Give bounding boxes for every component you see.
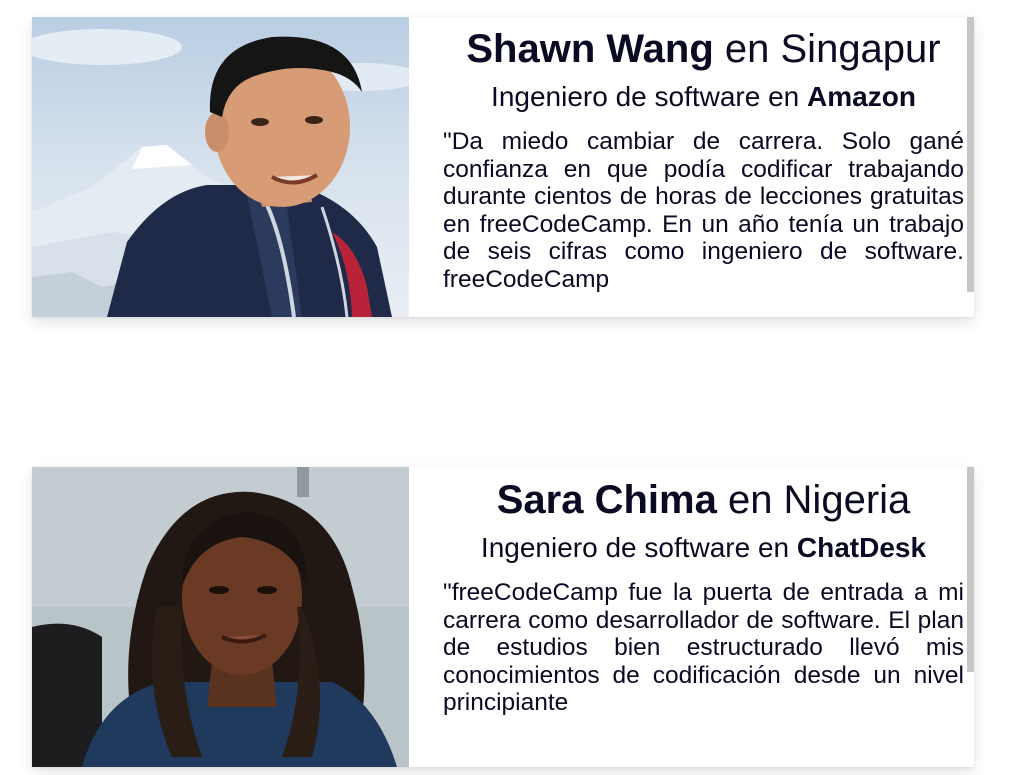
testimonial-photo	[32, 467, 409, 767]
testimonial-role-prefix: Ingeniero de software en	[491, 81, 808, 112]
testimonial-content[interactable]: Sara Chima en Nigeria Ingeniero de softw…	[409, 467, 974, 767]
testimonial-company: Amazon	[807, 81, 916, 112]
testimonial-location: en Singapur	[713, 27, 941, 71]
testimonial-photo	[32, 17, 409, 317]
scrollbar-thumb[interactable]	[967, 17, 974, 292]
person-photo-icon	[32, 17, 409, 317]
testimonial-quote: "freeCodeCamp fue la puerta de entrada a…	[443, 579, 964, 717]
testimonial-name-line: Sara Chima en Nigeria	[443, 478, 964, 522]
testimonial-location: en Nigeria	[716, 478, 911, 522]
testimonial-role-prefix: Ingeniero de software en	[480, 532, 797, 563]
testimonial-name-line: Shawn Wang en Singapur	[443, 27, 964, 71]
testimonial-name: Shawn Wang	[466, 27, 714, 71]
scrollbar-thumb[interactable]	[967, 467, 974, 672]
testimonial-role: Ingeniero de software en ChatDesk	[443, 526, 964, 569]
testimonial-role: Ingeniero de software en Amazon	[443, 75, 964, 118]
testimonial-company: ChatDesk	[796, 532, 927, 563]
person-photo-icon	[32, 467, 409, 767]
testimonial-card: Sara Chima en Nigeria Ingeniero de softw…	[32, 467, 974, 767]
testimonial-quote: "Da miedo cambiar de carrera. Solo gané …	[443, 128, 964, 293]
testimonial-content[interactable]: Shawn Wang en Singapur Ingeniero de soft…	[409, 17, 974, 317]
testimonial-name: Sara Chima	[496, 478, 717, 522]
testimonial-card: Shawn Wang en Singapur Ingeniero de soft…	[32, 17, 974, 317]
